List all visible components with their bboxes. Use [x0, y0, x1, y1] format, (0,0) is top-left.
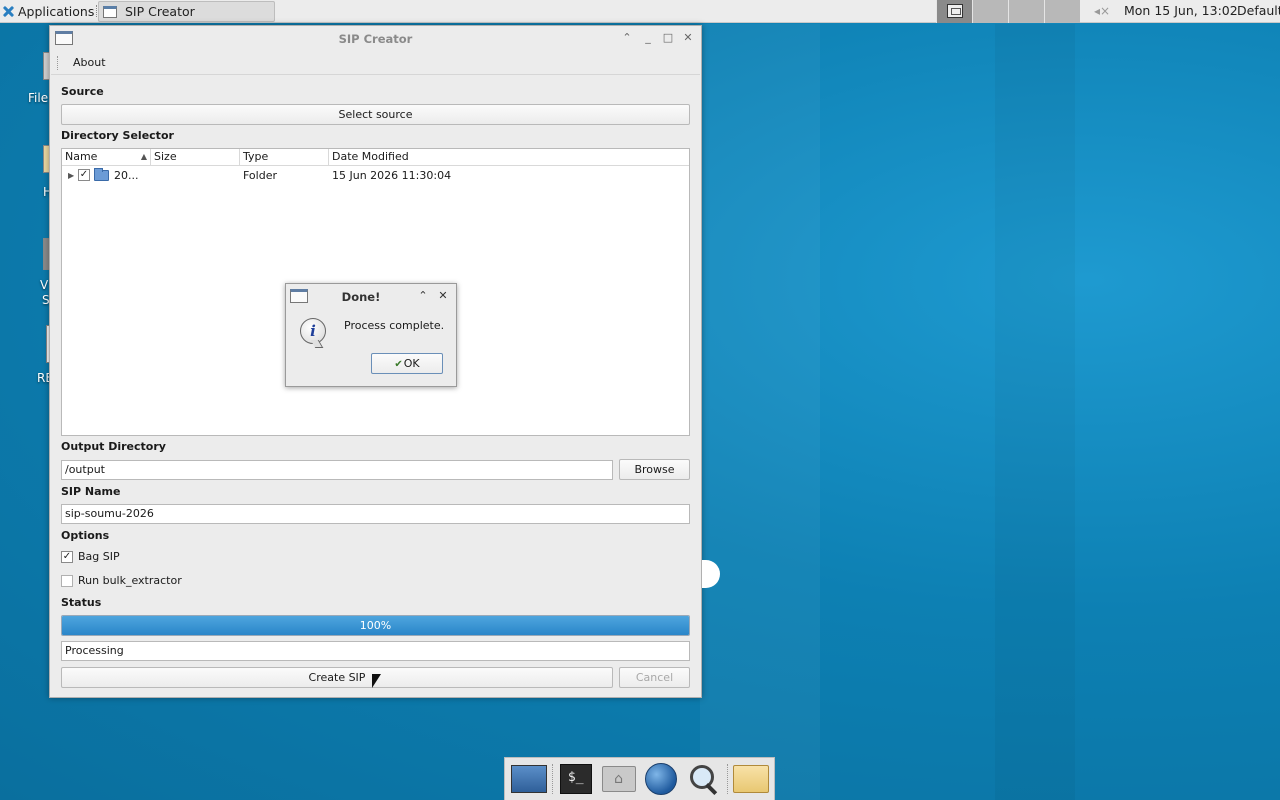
desktop-label-v: V — [40, 278, 49, 292]
ok-button-label: OK — [403, 357, 420, 370]
expand-arrow-icon[interactable]: ▶ — [68, 171, 78, 180]
column-size[interactable]: Size — [151, 149, 240, 165]
information-icon: i — [300, 318, 326, 344]
select-source-button[interactable]: Select source — [61, 104, 690, 125]
menu-about[interactable]: About — [73, 56, 106, 69]
shade-button-icon[interactable]: ⌃ — [620, 31, 634, 45]
sort-ascending-icon: ▲ — [140, 152, 147, 161]
progress-text: 100% — [359, 619, 392, 632]
tree-row[interactable]: ▶ ✓ 20... Folder 15 Jun 2026 11:30:04 — [62, 166, 689, 184]
options-label: Options — [61, 529, 110, 542]
web-browser-launcher[interactable] — [641, 760, 681, 798]
web-browser-icon — [645, 763, 678, 795]
bag-sip-option[interactable]: ✓ Bag SIP — [61, 550, 120, 563]
dialog-shade-icon[interactable]: ⌃ — [416, 289, 430, 303]
bottom-dock: $_ ⌂ — [504, 757, 775, 800]
tree-item-type: Folder — [243, 168, 277, 182]
taskbar-window-title: SIP Creator — [125, 4, 195, 19]
row-checkbox[interactable]: ✓ — [78, 169, 90, 181]
applications-menu-button[interactable]: Applications — [0, 0, 102, 23]
mouse-cursor-icon — [372, 674, 381, 688]
tree-header: Name ▲ Size Type Date Modified — [62, 149, 689, 166]
panel-clock[interactable]: Mon 15 Jun, 13:02 — [1124, 3, 1238, 18]
tree-item-name: 20... — [114, 168, 139, 182]
dock-separator — [551, 764, 553, 794]
status-label: Status — [61, 596, 102, 609]
workspace-window-thumbnail-icon — [947, 4, 963, 18]
ok-check-icon: ✔ — [394, 359, 403, 370]
directory-selector-label: Directory Selector — [61, 129, 174, 142]
volume-muted-icon[interactable]: ◂× — [1094, 4, 1110, 18]
folder-launcher[interactable] — [731, 760, 771, 798]
top-panel: Applications SIP Creator ◂× Mon 15 Jun, … — [0, 0, 1280, 23]
home-folder-icon: ⌂ — [601, 766, 636, 792]
output-directory-label: Output Directory — [61, 440, 166, 453]
terminal-icon: $_ — [559, 764, 592, 794]
menubar: About — [51, 51, 700, 75]
dialog-titlebar[interactable]: Done! ⌃ ✕ — [286, 284, 456, 308]
bag-sip-checkbox[interactable]: ✓ — [61, 550, 73, 563]
applications-label: Applications — [18, 3, 95, 19]
bulk-extractor-checkbox[interactable] — [61, 574, 73, 587]
column-name[interactable]: Name ▲ — [62, 149, 151, 165]
cancel-button[interactable]: Cancel — [619, 667, 690, 688]
progress-bar: 100% — [61, 615, 690, 636]
dialog-title: Done! — [341, 290, 381, 304]
minimize-button-icon[interactable]: _ — [641, 31, 655, 45]
show-desktop-icon — [510, 765, 547, 793]
window-titlebar[interactable]: SIP Creator ⌃ _ □ ✕ — [50, 26, 701, 51]
terminal-launcher[interactable]: $_ — [556, 760, 596, 798]
app-finder-launcher[interactable] — [684, 760, 724, 798]
menubar-grip — [57, 55, 60, 70]
bulk-extractor-label: Run bulk_extractor — [78, 574, 182, 587]
keyboard-layout[interactable]: Default — [1237, 3, 1280, 18]
dialog-close-icon[interactable]: ✕ — [436, 289, 450, 303]
sip-name-field[interactable]: sip-soumu-2026 — [61, 504, 690, 524]
source-label: Source — [61, 85, 104, 98]
folder-icon — [733, 765, 770, 793]
ok-button[interactable]: ✔OK — [371, 353, 443, 374]
column-date-modified[interactable]: Date Modified — [329, 149, 689, 165]
workspace-3[interactable] — [1008, 0, 1044, 23]
window-title: SIP Creator — [338, 32, 413, 46]
status-text-field[interactable]: Processing — [61, 641, 690, 661]
column-name-label: Name — [65, 150, 98, 163]
workspace-4[interactable] — [1044, 0, 1080, 23]
tree-name-cell: ▶ ✓ 20... — [62, 167, 151, 182]
maximize-button-icon[interactable]: □ — [661, 31, 675, 45]
workspace-1[interactable] — [936, 0, 972, 23]
taskbar-window-button[interactable]: SIP Creator — [98, 1, 275, 22]
show-desktop-button[interactable] — [509, 760, 549, 798]
dialog-message: Process complete. — [344, 319, 445, 332]
create-sip-button[interactable]: Create SIP — [61, 667, 613, 688]
column-type[interactable]: Type — [240, 149, 329, 165]
close-button-icon[interactable]: ✕ — [681, 31, 695, 45]
folder-icon — [94, 167, 109, 181]
sip-name-label: SIP Name — [61, 485, 121, 498]
dock-separator-2 — [727, 764, 729, 794]
output-directory-field[interactable]: /output — [61, 460, 613, 480]
bag-sip-label: Bag SIP — [78, 550, 120, 563]
tree-item-date-modified: 15 Jun 2026 11:30:04 — [332, 168, 452, 182]
file-manager-launcher[interactable]: ⌂ — [599, 760, 639, 798]
search-icon — [688, 763, 720, 795]
xfce-logo-icon — [2, 5, 15, 18]
browse-button[interactable]: Browse — [619, 459, 690, 480]
window-icon — [103, 5, 117, 18]
done-dialog: Done! ⌃ ✕ i Process complete. ✔OK — [285, 283, 457, 387]
workspace-2[interactable] — [972, 0, 1008, 23]
bulk-extractor-option[interactable]: Run bulk_extractor — [61, 574, 182, 587]
desktop-label-file: File — [28, 91, 49, 105]
